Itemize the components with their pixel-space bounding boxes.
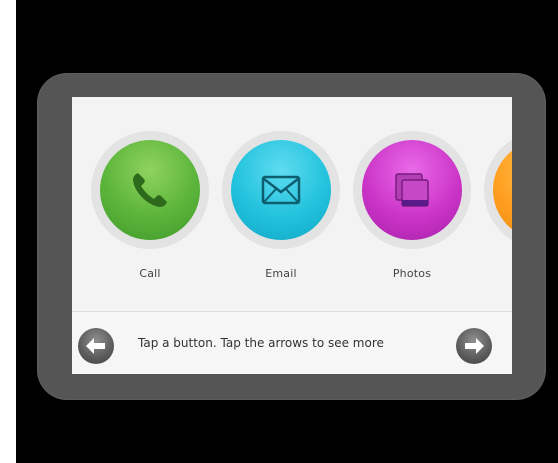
next-arrow-button[interactable] <box>456 328 492 364</box>
previous-arrow-button[interactable] <box>78 328 114 364</box>
app-call-disc <box>100 140 200 240</box>
app-photos-ring <box>353 131 471 249</box>
app-photos-label: Photos <box>392 267 432 280</box>
envelope-icon <box>261 175 301 205</box>
app-photos-disc <box>362 140 462 240</box>
bottom-bar: Tap a button. Tap the arrows to see more <box>72 311 512 374</box>
hint-text: Tap a button. Tap the arrows to see more <box>138 336 384 350</box>
app-partial-ring <box>484 131 512 249</box>
app-strip: Call Email Photos <box>72 97 512 311</box>
app-photos-button[interactable]: Photos <box>350 131 474 291</box>
app-email-disc <box>231 140 331 240</box>
app-email-label: Email <box>265 267 297 280</box>
arrow-right-icon <box>465 338 484 354</box>
app-email-button[interactable]: Email <box>219 131 343 291</box>
app-email-ring <box>222 131 340 249</box>
arrow-left-icon <box>86 338 105 354</box>
app-call-ring <box>91 131 209 249</box>
app-call-button[interactable]: Call <box>88 131 212 291</box>
app-call-label: Call <box>139 267 161 280</box>
photos-icon <box>395 173 429 207</box>
device-screen: Call Email Photos Tap a button. Tap the … <box>72 97 512 374</box>
unknown-app-icon <box>493 140 512 240</box>
app-partial-button[interactable]: W <box>481 131 512 291</box>
phone-icon <box>133 173 167 207</box>
